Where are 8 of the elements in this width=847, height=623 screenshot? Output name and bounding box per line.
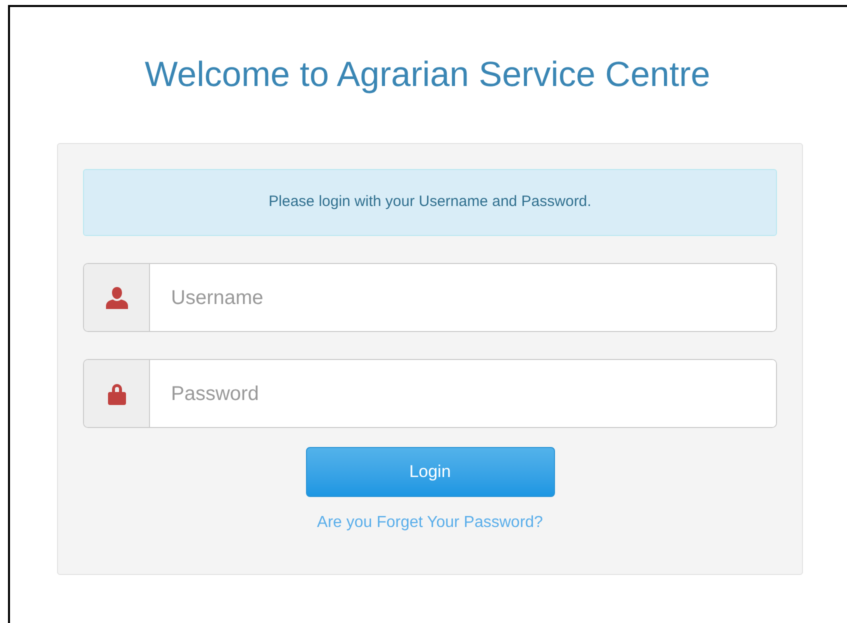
page-title: Welcome to Agrarian Service Centre: [144, 55, 712, 95]
forgot-password-link[interactable]: Are you Forget Your Password?: [317, 511, 543, 535]
login-button[interactable]: Login: [306, 447, 554, 497]
user-icon: [104, 286, 128, 308]
lock-icon: [106, 382, 128, 404]
username-field[interactable]: Username: [83, 263, 777, 332]
info-alert: Please login with your Username and Password.: [83, 169, 777, 236]
password-field[interactable]: Password: [83, 359, 777, 428]
